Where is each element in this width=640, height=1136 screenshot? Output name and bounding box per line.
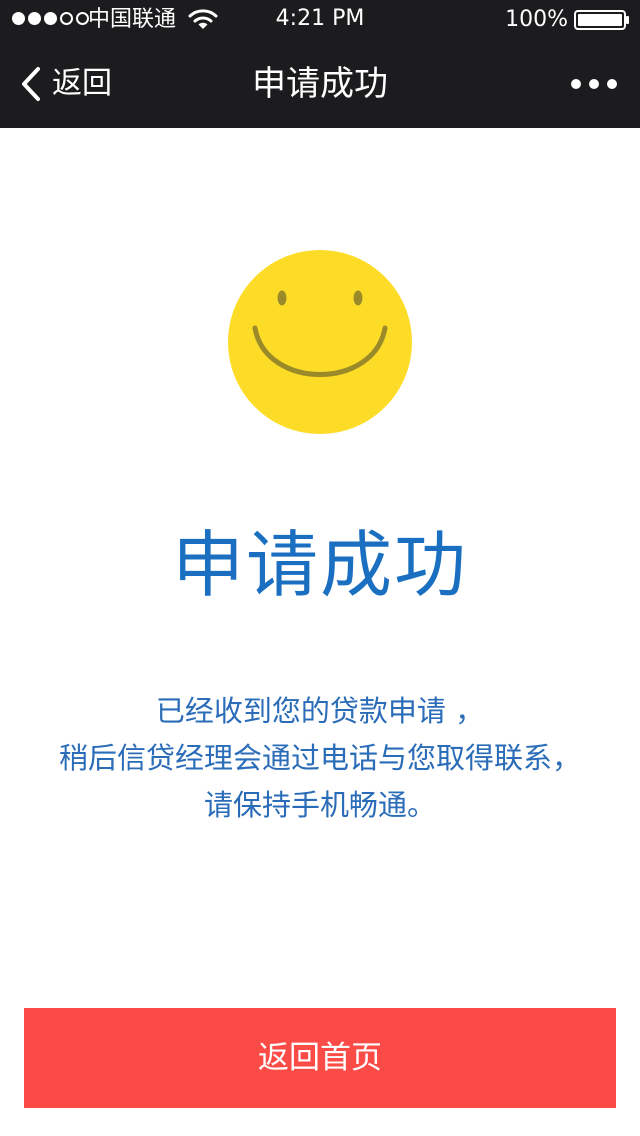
message-line: 稍后信贷经理会通过电话与您取得联系， [58,741,581,775]
back-button[interactable]: 返回 [20,62,112,106]
success-headline: 申请成功 [171,523,468,607]
status-bar: 中国联通 4:21 PM 100% [0,0,640,40]
battery-percentage: 100% [505,7,568,32]
message-line: 已经收到您的贷款申请 ， [155,694,485,728]
nav-title: 申请成功 [252,64,388,104]
nav-bar: 返回 申请成功 [0,40,640,128]
more-dots-icon[interactable] [570,74,618,94]
back-button-label: 返回 [52,66,112,101]
chevron-left-icon [22,67,40,101]
smiley-face-icon [228,250,412,434]
success-message: 已经收到您的贷款申请 ， 稍后信贷经理会通过电话与您取得联系， 请保持手机畅通。 [20,688,620,829]
message-line: 请保持手机畅通。 [203,788,436,822]
return-home-button[interactable]: 返回首页 [24,1008,616,1108]
top-bar: 中国联通 4:21 PM 100% 返回 申请成功 [0,0,640,128]
battery-icon [574,10,629,30]
